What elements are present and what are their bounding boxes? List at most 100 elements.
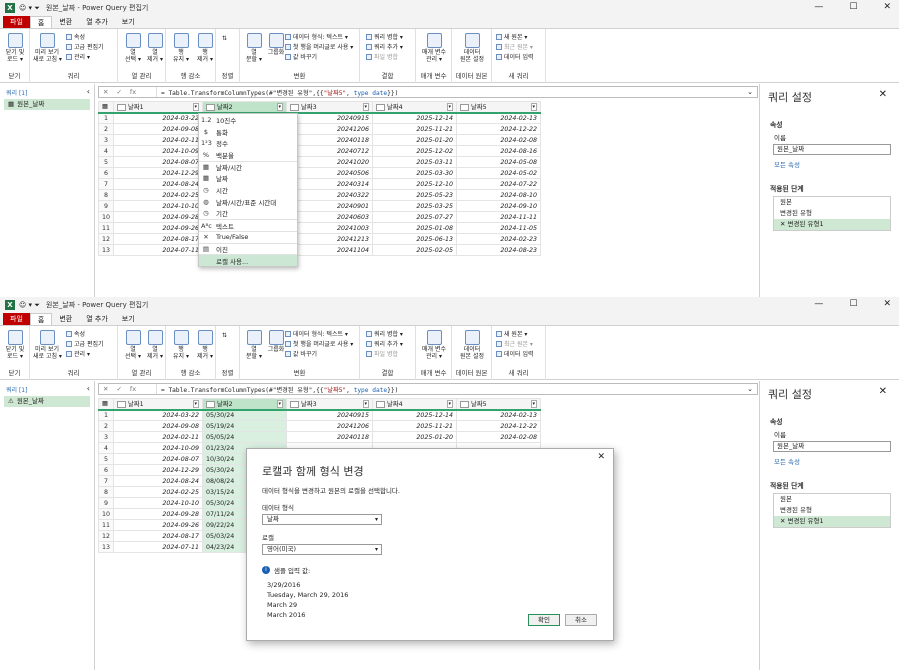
remove-columns-button[interactable]: 열 제거 ▾: [141, 330, 169, 360]
formula-text[interactable]: = Table.TransformColumnTypes(#"변경된 유형",{…: [157, 385, 398, 394]
advanced-editor-button[interactable]: 고급 편집기: [66, 42, 104, 51]
cell[interactable]: 05/30/24: [202, 409, 288, 421]
type-menu-item[interactable]: ▦ 날짜/시간: [199, 160, 297, 173]
smiley-icon[interactable]: ☺ ▾ ⏷: [19, 4, 40, 13]
maximize-button[interactable]: ☐: [849, 299, 857, 309]
locale-select[interactable]: 영어(미국): [262, 544, 382, 555]
cell[interactable]: 2024-07-11: [113, 541, 204, 553]
cell[interactable]: 2025-07-27: [372, 211, 458, 223]
all-properties-link[interactable]: 모든 속성: [774, 456, 899, 466]
cell[interactable]: 2025-05-23: [372, 189, 458, 201]
sort-buttons[interactable]: ⇅: [222, 35, 227, 42]
all-properties-link[interactable]: 모든 속성: [774, 159, 899, 169]
recent-sources-button[interactable]: 최근 원본 ▾: [496, 42, 533, 51]
cell[interactable]: 20240314: [286, 178, 374, 190]
cell[interactable]: 05/19/24: [202, 420, 288, 432]
cell[interactable]: 05/05/24: [202, 431, 288, 443]
cell[interactable]: 2024-02-25: [113, 189, 204, 201]
cell[interactable]: 20241104: [286, 244, 374, 256]
cell[interactable]: 2024-02-13: [456, 409, 542, 421]
cell[interactable]: 2024-03-22: [113, 112, 204, 124]
cell[interactable]: 20241206: [286, 420, 374, 432]
tab-1[interactable]: 홈: [29, 313, 53, 325]
cell[interactable]: 2024-12-29: [113, 464, 204, 476]
cell[interactable]: 2024-11-05: [456, 222, 542, 234]
cell[interactable]: 2024-07-22: [456, 178, 542, 190]
filter-dropdown-icon[interactable]: ▾: [530, 399, 538, 408]
cell[interactable]: 2024-08-17: [113, 530, 204, 542]
combine-files-button[interactable]: 파일 병합: [366, 349, 398, 358]
filter-dropdown-icon[interactable]: ▾: [362, 102, 370, 111]
cell[interactable]: 2024-08-10: [456, 189, 542, 201]
properties-button[interactable]: 속성: [66, 32, 85, 41]
close-button[interactable]: ✕: [883, 299, 891, 309]
data-type-button[interactable]: 데이터 형식: 텍스트 ▾: [285, 329, 348, 338]
column-header-4[interactable]: 날짜4 ▾: [372, 398, 458, 411]
cell[interactable]: 2024-09-10: [456, 200, 542, 212]
cell[interactable]: 2024-02-13: [456, 112, 542, 124]
type-icon[interactable]: [376, 400, 386, 408]
commit-formula-icon[interactable]: ✓: [116, 88, 121, 96]
type-menu-item[interactable]: 1²3 정수: [199, 137, 297, 149]
applied-step[interactable]: 원본: [774, 197, 890, 208]
cell[interactable]: 2024-08-07: [113, 156, 204, 168]
cell[interactable]: 20241213: [286, 233, 374, 245]
data-type-select[interactable]: 날짜: [262, 514, 382, 525]
cell[interactable]: 2024-05-02: [456, 167, 542, 179]
cell[interactable]: 2024-10-10: [113, 497, 204, 509]
dialog-close-icon[interactable]: ✕: [597, 452, 605, 462]
applied-step[interactable]: 변경된 유형: [774, 208, 890, 219]
properties-button[interactable]: 속성: [66, 329, 85, 338]
cell[interactable]: 2024-10-09: [113, 145, 204, 157]
replace-values-button[interactable]: 값 바꾸기: [285, 349, 317, 358]
cell[interactable]: 20240322: [286, 189, 374, 201]
type-menu-item[interactable]: 1.2 10진수: [199, 114, 297, 126]
tab-3[interactable]: 열 추가: [79, 16, 115, 28]
type-menu-item[interactable]: % 백분율: [199, 149, 297, 161]
remove-columns-button[interactable]: 열 제거 ▾: [141, 33, 169, 63]
cell[interactable]: 2024-10-09: [113, 442, 204, 454]
cell[interactable]: 2024-02-25: [113, 486, 204, 498]
type-icon[interactable]: [206, 400, 216, 408]
type-icon[interactable]: [117, 103, 127, 111]
type-icon[interactable]: [206, 103, 216, 111]
filter-dropdown-icon[interactable]: ▾: [276, 102, 284, 111]
new-source-button[interactable]: 새 원본 ▾: [496, 329, 527, 338]
cell[interactable]: 2024-12-29: [113, 167, 204, 179]
cell[interactable]: 2025-02-05: [372, 244, 458, 256]
type-menu-item[interactable]: $ 통화: [199, 126, 297, 138]
column-header-3[interactable]: 날짜3 ▾: [286, 398, 374, 411]
expand-formula-icon[interactable]: ⌄: [747, 88, 753, 96]
cell[interactable]: 2024-10-10: [113, 200, 204, 212]
delete-step-icon[interactable]: ✕: [780, 517, 788, 525]
manage-button[interactable]: 관리 ▾: [66, 349, 90, 358]
collapse-pane-icon[interactable]: ‹: [87, 384, 90, 393]
column-header-1[interactable]: 날짜1 ▾: [113, 398, 204, 411]
type-menu-item[interactable]: ◷ 시간: [199, 184, 297, 196]
cell[interactable]: 2024-11-11: [456, 211, 542, 223]
sort-buttons[interactable]: ⇅: [222, 332, 227, 339]
cell[interactable]: 2024-03-22: [113, 409, 204, 421]
cell[interactable]: 2024-08-16: [456, 145, 542, 157]
type-icon[interactable]: [117, 400, 127, 408]
tab-0[interactable]: 파일: [3, 313, 30, 325]
filter-dropdown-icon[interactable]: ▾: [446, 399, 454, 408]
append-queries-button[interactable]: 쿼리 추가 ▾: [366, 42, 403, 51]
enter-data-button[interactable]: 데이터 입력: [496, 52, 534, 61]
recent-sources-button[interactable]: 최근 원본 ▾: [496, 339, 533, 348]
cell[interactable]: 2025-12-14: [372, 112, 458, 124]
cell[interactable]: 20240118: [286, 431, 374, 443]
cell[interactable]: 2025-11-21: [372, 420, 458, 432]
cell[interactable]: 2024-09-28: [113, 508, 204, 520]
cell[interactable]: 2024-08-24: [113, 475, 204, 487]
cell[interactable]: 2024-02-11: [113, 134, 204, 146]
cell[interactable]: 2024-12-22: [456, 123, 542, 135]
cell[interactable]: 2025-12-10: [372, 178, 458, 190]
manage-parameters-button[interactable]: 매개 변수 관리 ▾: [420, 33, 448, 63]
close-load-button[interactable]: 닫기 및 로드 ▾: [1, 330, 29, 360]
filter-dropdown-icon[interactable]: ▾: [276, 399, 284, 408]
applied-step[interactable]: ✕ 변경된 유형1: [774, 516, 890, 527]
filter-dropdown-icon[interactable]: ▾: [446, 102, 454, 111]
cell[interactable]: 2025-01-20: [372, 134, 458, 146]
cell[interactable]: 2024-09-28: [113, 211, 204, 223]
